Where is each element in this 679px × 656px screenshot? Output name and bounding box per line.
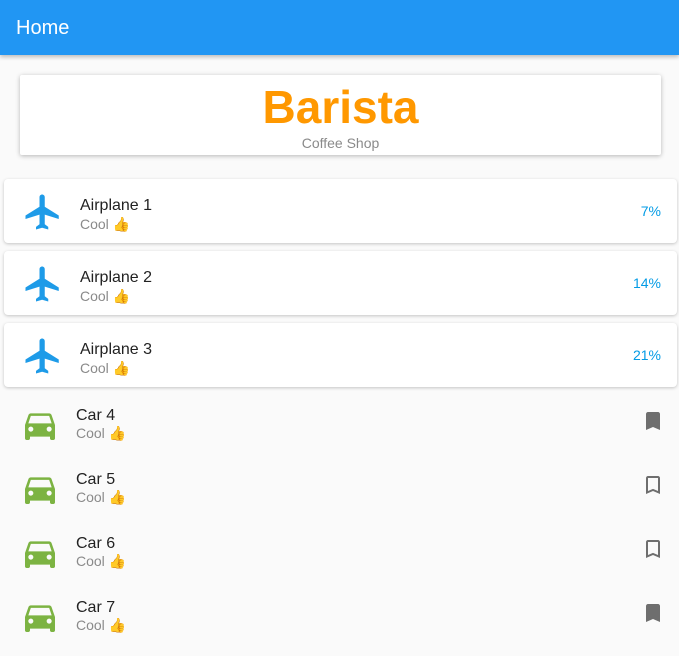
airplane-icon xyxy=(22,191,64,233)
list-item-title: Car 5 xyxy=(76,471,116,488)
list-item-subtitle: Cool 👍 xyxy=(80,360,131,376)
bookmark-icon[interactable] xyxy=(641,601,665,625)
airplane-icon xyxy=(22,263,64,305)
car-icon xyxy=(20,597,60,637)
bookmark-border-icon[interactable] xyxy=(641,537,665,561)
percent-label: 14% xyxy=(632,275,661,291)
list-item-title: Airplane 2 xyxy=(80,269,153,286)
bookmark-border-icon[interactable] xyxy=(641,473,665,497)
list-item-subtitle: Cool 👍 xyxy=(76,425,127,441)
list-item-title: Airplane 1 xyxy=(80,197,153,214)
list-item-title: Car 4 xyxy=(76,407,116,424)
brand-subtitle: Coffee Shop xyxy=(301,135,380,151)
list-item-airplane-2[interactable]: Airplane 2 Cool 👍 14% xyxy=(4,251,677,315)
header-card: Barista Coffee Shop xyxy=(20,75,661,155)
list-item-subtitle: Cool 👍 xyxy=(76,617,127,633)
list-item-airplane-3[interactable]: Airplane 3 Cool 👍 21% xyxy=(4,323,677,387)
list-item-car-4[interactable]: Car 4 Cool 👍 xyxy=(0,397,679,461)
page-title: Home xyxy=(16,17,70,39)
bookmark-icon[interactable] xyxy=(641,409,665,433)
list-item-car-5[interactable]: Car 5 Cool 👍 xyxy=(0,461,679,525)
list-item-subtitle: Cool 👍 xyxy=(80,288,131,304)
list-item-car-7[interactable]: Car 7 Cool 👍 xyxy=(0,589,679,653)
airplane-icon xyxy=(22,335,64,377)
list-item-subtitle: Cool 👍 xyxy=(76,553,127,569)
brand-title: Barista xyxy=(262,81,419,133)
car-icon xyxy=(20,405,60,445)
list-item-title: Car 6 xyxy=(76,535,116,552)
list-item-subtitle: Cool 👍 xyxy=(76,489,127,505)
car-icon xyxy=(20,533,60,573)
list-item-airplane-1[interactable]: Airplane 1 Cool 👍 7% xyxy=(4,179,677,243)
list-item-title: Car 7 xyxy=(76,599,116,616)
list-item-subtitle: Cool 👍 xyxy=(80,216,131,232)
percent-label: 21% xyxy=(632,347,661,363)
list-item-car-6[interactable]: Car 6 Cool 👍 xyxy=(0,525,679,589)
percent-label: 7% xyxy=(640,203,661,219)
list-item-title: Airplane 3 xyxy=(80,341,153,358)
car-icon xyxy=(20,469,60,509)
app-bar: Home xyxy=(0,0,679,55)
